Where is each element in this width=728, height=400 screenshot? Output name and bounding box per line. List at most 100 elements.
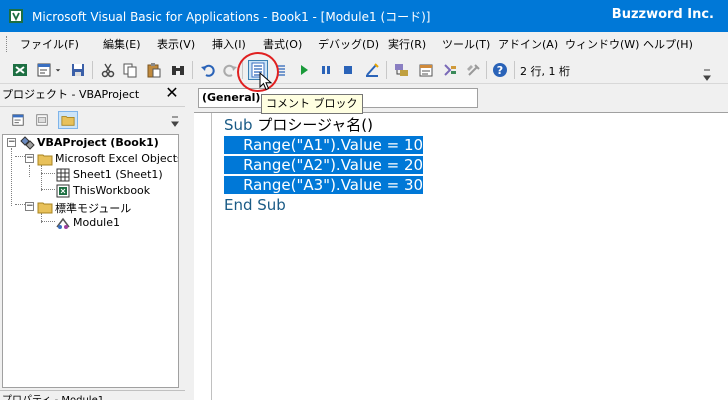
menu-tools[interactable]: ツール(T) [442, 36, 490, 52]
tree-item-module1[interactable]: Module1 [73, 216, 120, 229]
toolbar-separator [514, 61, 515, 79]
menu-window[interactable]: ウィンドウ(W) [565, 36, 639, 52]
window-title: Microsoft Visual Basic for Applications … [32, 10, 431, 24]
menu-help[interactable]: ヘルプ(H) [643, 36, 693, 52]
design-mode-button[interactable] [362, 60, 382, 80]
properties-icon [419, 64, 433, 77]
project-explorer-toolbar [0, 106, 185, 132]
save-button[interactable] [68, 60, 88, 80]
toolbar-separator [386, 61, 387, 79]
break-button[interactable] [316, 60, 336, 80]
undo-button[interactable] [198, 60, 218, 80]
run-button[interactable] [294, 60, 314, 80]
reset-icon [344, 66, 352, 74]
tree-item-standard-modules[interactable]: 標準モジュール [55, 200, 131, 216]
help-icon: ? [493, 63, 507, 77]
menu-view[interactable]: 表示(V) [157, 36, 195, 52]
menu-file[interactable]: ファイル(F) [20, 36, 79, 52]
properties-title-bar: プロパティ - Module1 [0, 390, 185, 400]
save-icon [72, 64, 84, 76]
toggle-folders-button[interactable] [58, 111, 78, 129]
menu-debug[interactable]: デバッグ(D) [318, 36, 379, 52]
paste-button[interactable] [144, 60, 164, 80]
cut-button[interactable] [98, 60, 118, 80]
run-icon [301, 65, 308, 75]
redo-icon [223, 64, 237, 77]
vbaproject-icon [20, 136, 35, 150]
toolbox-icon [467, 64, 480, 76]
cursor-position-readout: 2 行, 1 桁 [520, 65, 570, 78]
menu-addins[interactable]: アドイン(A) [498, 36, 558, 52]
code-editor[interactable]: Sub プロシージャ名() Range("A1").Value = 10 Ran… [194, 112, 728, 400]
worksheet-icon [56, 168, 70, 182]
mouse-pointer-icon [259, 72, 273, 91]
tree-item-thisworkbook[interactable]: ThisWorkbook [73, 184, 150, 197]
menu-run[interactable]: 実行(R) [388, 36, 426, 52]
view-excel-button[interactable] [10, 60, 30, 80]
view-code-button[interactable] [8, 111, 28, 129]
tree-item-excel-objects[interactable]: Microsoft Excel Objects [55, 152, 178, 165]
insert-dropdown-button[interactable] [52, 60, 64, 80]
project-toolbar-overflow-icon[interactable] [170, 113, 180, 129]
design-mode-icon [366, 63, 379, 77]
code-line[interactable]: End Sub [224, 195, 286, 215]
code-line[interactable]: Range("A2").Value = 20 [224, 155, 424, 175]
tree-item-sheet1[interactable]: Sheet1 (Sheet1) [73, 168, 163, 181]
project-explorer-button[interactable] [392, 60, 412, 80]
code-margin[interactable] [194, 113, 212, 400]
project-tree: − VBAProject (Book1) − Microsoft Excel O… [2, 134, 179, 388]
view-object-icon [36, 114, 48, 126]
folder-icon [61, 116, 75, 126]
toolbar-separator [486, 61, 487, 79]
toolbar-separator [92, 61, 93, 79]
workbook-icon [56, 184, 70, 198]
dropdown-arrow-icon [55, 69, 61, 72]
vba-app-icon [9, 9, 23, 23]
menu-bar: ファイル(F) 編集(E) 表示(V) 挿入(I) 書式(O) デバッグ(D) … [0, 32, 728, 56]
project-explorer-icon [395, 64, 408, 76]
paste-icon [147, 63, 161, 78]
insert-module-button[interactable] [34, 60, 54, 80]
tree-item-vbaproject[interactable]: VBAProject (Book1) [37, 136, 159, 149]
help-button[interactable]: ? [490, 60, 510, 80]
menu-edit[interactable]: 編集(E) [103, 36, 141, 52]
tree-collapse-modules[interactable]: − [25, 202, 34, 211]
code-line[interactable]: Sub プロシージャ名() [224, 115, 373, 135]
properties-title: プロパティ - Module1 [2, 391, 104, 400]
close-icon[interactable]: ✕ [163, 84, 181, 102]
undo-icon [201, 64, 215, 77]
find-button[interactable] [168, 60, 188, 80]
code-window: (General) Sub プロシージャ名() Range("A1").Valu… [194, 84, 728, 400]
menu-format[interactable]: 書式(O) [263, 36, 302, 52]
view-code-icon [12, 114, 24, 126]
brand-label: Buzzword Inc. [611, 7, 714, 22]
standard-toolbar: ? 2 行, 1 桁 [0, 56, 728, 84]
code-line[interactable]: Range("A3").Value = 30 [224, 175, 424, 195]
toolbar-separator [192, 61, 193, 79]
project-explorer-pane: プロジェクト - VBAProject ✕ − VBAProject (Book… [0, 84, 185, 400]
code-line[interactable]: Range("A1").Value = 10 [224, 135, 424, 155]
project-explorer-title-bar: プロジェクト - VBAProject ✕ [0, 84, 185, 102]
cut-icon [101, 63, 115, 78]
view-object-button[interactable] [32, 111, 52, 129]
toolbox-button[interactable] [464, 60, 484, 80]
object-browser-icon [444, 64, 456, 76]
folder-open-icon [37, 202, 53, 214]
tree-collapse-excel-objects[interactable]: − [25, 154, 34, 163]
excel-icon [13, 64, 27, 76]
properties-window-button[interactable] [416, 60, 436, 80]
menu-insert[interactable]: 挿入(I) [212, 36, 246, 52]
folder-open-icon [37, 154, 53, 166]
break-icon [322, 66, 330, 74]
copy-button[interactable] [120, 60, 140, 80]
object-browser-button[interactable] [440, 60, 460, 80]
tooltip: コメント ブロック [261, 94, 363, 114]
tree-collapse-root[interactable]: − [7, 138, 16, 147]
find-icon [172, 66, 184, 75]
svg-text:?: ? [497, 64, 503, 77]
menu-grip-handle[interactable] [6, 36, 9, 52]
module-icon [56, 217, 70, 229]
reset-button[interactable] [338, 60, 358, 80]
title-bar: Microsoft Visual Basic for Applications … [0, 0, 728, 32]
toolbar-overflow-icon[interactable] [702, 64, 712, 84]
